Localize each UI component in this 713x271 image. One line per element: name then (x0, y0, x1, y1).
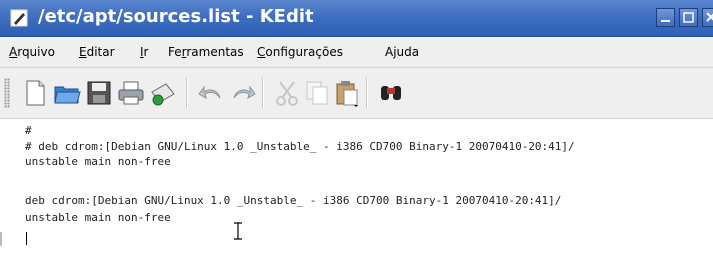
editor-left-edge (0, 232, 2, 246)
cut-icon[interactable] (272, 78, 302, 108)
maximize-button[interactable] (679, 8, 698, 27)
menu-ferramentas[interactable]: Ferramentas (168, 45, 244, 59)
editor-line: # deb cdrom:[Debian GNU/Linux 1.0 _Unsta… (25, 140, 575, 153)
toolbar (0, 68, 713, 119)
menu-bar: Arquivo Editar Ir Ferramentas Configuraç… (0, 37, 713, 68)
editor-line: deb cdrom:[Debian GNU/Linux 1.0 _Unstabl… (25, 194, 562, 207)
text-caret (26, 232, 27, 245)
print-icon[interactable] (116, 78, 146, 108)
menu-configuracoes[interactable]: Configurações (257, 45, 343, 59)
editor-line: unstable main non-free (25, 211, 171, 224)
send-mail-icon[interactable] (148, 78, 178, 108)
save-icon[interactable] (84, 78, 114, 108)
toolbar-separator (366, 78, 368, 108)
toolbar-separator (186, 78, 188, 108)
menu-ir[interactable]: Ir (140, 45, 148, 59)
menu-arquivo[interactable]: Arquivo (9, 45, 55, 59)
close-button[interactable] (702, 8, 713, 27)
open-folder-icon[interactable] (52, 78, 82, 108)
menu-ajuda[interactable]: Ajuda (385, 45, 419, 59)
close-icon (706, 12, 713, 22)
find-icon[interactable] (376, 78, 406, 108)
window-title: /etc/apt/sources.list - KEdit (38, 6, 314, 27)
editor-line: unstable main non-free (25, 155, 171, 168)
new-document-icon[interactable] (20, 78, 50, 108)
title-bar[interactable]: /etc/apt/sources.list - KEdit (0, 0, 713, 37)
paste-icon[interactable] (332, 78, 362, 108)
minimize-button[interactable] (656, 8, 675, 27)
redo-icon[interactable] (228, 78, 258, 108)
ibeam-cursor-icon (234, 222, 242, 240)
maximize-icon (683, 12, 694, 23)
minimize-icon (661, 20, 670, 22)
copy-icon[interactable] (302, 78, 332, 108)
toolbar-grip[interactable] (4, 78, 10, 108)
kedit-app-icon (10, 9, 28, 27)
undo-icon[interactable] (196, 78, 226, 108)
menu-editar[interactable]: Editar (79, 45, 115, 59)
editor-line: # (25, 124, 32, 137)
toolbar-separator (262, 78, 264, 108)
